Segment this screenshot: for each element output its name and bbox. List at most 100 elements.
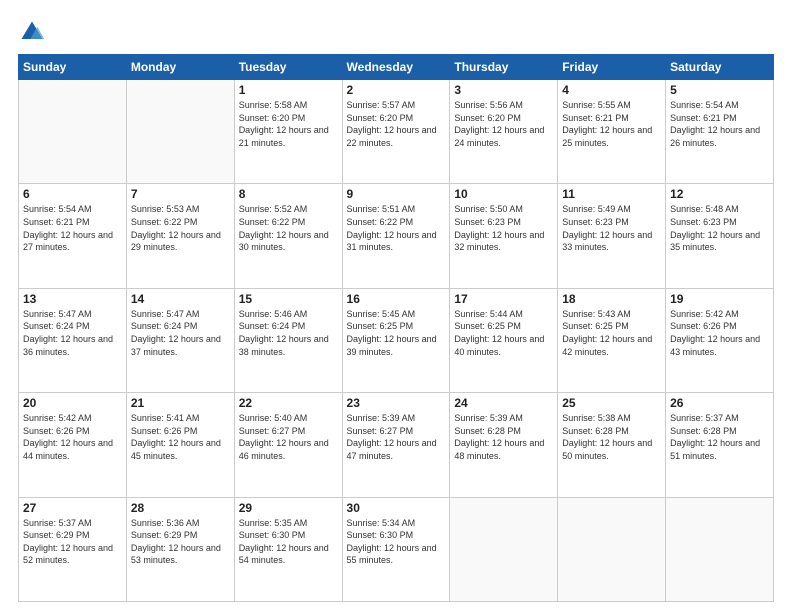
calendar-week: 20 Sunrise: 5:42 AM Sunset: 6:26 PM Dayli… — [19, 393, 774, 497]
day-number: 11 — [562, 187, 661, 201]
calendar-cell: 8 Sunrise: 5:52 AM Sunset: 6:22 PM Daylig… — [234, 184, 342, 288]
weekday-header: Monday — [126, 55, 234, 80]
day-info: Sunrise: 5:37 AM Sunset: 6:28 PM Dayligh… — [670, 412, 769, 462]
calendar-cell: 21 Sunrise: 5:41 AM Sunset: 6:26 PM Dayli… — [126, 393, 234, 497]
day-info: Sunrise: 5:44 AM Sunset: 6:25 PM Dayligh… — [454, 308, 553, 358]
day-number: 7 — [131, 187, 230, 201]
calendar-cell: 16 Sunrise: 5:45 AM Sunset: 6:25 PM Dayli… — [342, 288, 450, 392]
day-number: 28 — [131, 501, 230, 515]
calendar-week: 6 Sunrise: 5:54 AM Sunset: 6:21 PM Daylig… — [19, 184, 774, 288]
calendar-cell: 1 Sunrise: 5:58 AM Sunset: 6:20 PM Daylig… — [234, 80, 342, 184]
day-number: 27 — [23, 501, 122, 515]
calendar-cell: 12 Sunrise: 5:48 AM Sunset: 6:23 PM Dayli… — [666, 184, 774, 288]
day-number: 23 — [347, 396, 446, 410]
calendar: SundayMondayTuesdayWednesdayThursdayFrid… — [18, 54, 774, 602]
weekday-header: Saturday — [666, 55, 774, 80]
day-info: Sunrise: 5:56 AM Sunset: 6:20 PM Dayligh… — [454, 99, 553, 149]
day-number: 8 — [239, 187, 338, 201]
calendar-cell — [19, 80, 127, 184]
calendar-cell: 17 Sunrise: 5:44 AM Sunset: 6:25 PM Dayli… — [450, 288, 558, 392]
day-info: Sunrise: 5:52 AM Sunset: 6:22 PM Dayligh… — [239, 203, 338, 253]
day-number: 26 — [670, 396, 769, 410]
day-info: Sunrise: 5:47 AM Sunset: 6:24 PM Dayligh… — [131, 308, 230, 358]
calendar-cell: 20 Sunrise: 5:42 AM Sunset: 6:26 PM Dayli… — [19, 393, 127, 497]
day-info: Sunrise: 5:53 AM Sunset: 6:22 PM Dayligh… — [131, 203, 230, 253]
calendar-cell: 13 Sunrise: 5:47 AM Sunset: 6:24 PM Dayli… — [19, 288, 127, 392]
calendar-cell: 3Sunrise: 5:56 AM Sunset: 6:20 PM Daylig… — [450, 80, 558, 184]
day-info: Sunrise: 5:54 AM Sunset: 6:21 PM Dayligh… — [670, 99, 769, 149]
day-info: Sunrise: 5:40 AM Sunset: 6:27 PM Dayligh… — [239, 412, 338, 462]
day-number: 16 — [347, 292, 446, 306]
calendar-week: 13 Sunrise: 5:47 AM Sunset: 6:24 PM Dayli… — [19, 288, 774, 392]
calendar-cell: 22 Sunrise: 5:40 AM Sunset: 6:27 PM Dayli… — [234, 393, 342, 497]
weekday-header: Thursday — [450, 55, 558, 80]
calendar-cell: 14 Sunrise: 5:47 AM Sunset: 6:24 PM Dayli… — [126, 288, 234, 392]
calendar-cell: 19 Sunrise: 5:42 AM Sunset: 6:26 PM Dayli… — [666, 288, 774, 392]
day-number: 19 — [670, 292, 769, 306]
day-info: Sunrise: 5:51 AM Sunset: 6:22 PM Dayligh… — [347, 203, 446, 253]
day-info: Sunrise: 5:48 AM Sunset: 6:23 PM Dayligh… — [670, 203, 769, 253]
day-number: 21 — [131, 396, 230, 410]
day-info: Sunrise: 5:42 AM Sunset: 6:26 PM Dayligh… — [670, 308, 769, 358]
day-number: 6 — [23, 187, 122, 201]
day-number: 4 — [562, 83, 661, 97]
day-info: Sunrise: 5:35 AM Sunset: 6:30 PM Dayligh… — [239, 517, 338, 567]
calendar-week: 27 Sunrise: 5:37 AM Sunset: 6:29 PM Dayli… — [19, 497, 774, 601]
calendar-cell: 29Sunrise: 5:35 AM Sunset: 6:30 PM Dayli… — [234, 497, 342, 601]
logo — [18, 18, 50, 46]
day-number: 5 — [670, 83, 769, 97]
calendar-cell: 26 Sunrise: 5:37 AM Sunset: 6:28 PM Dayli… — [666, 393, 774, 497]
day-number: 14 — [131, 292, 230, 306]
day-info: Sunrise: 5:58 AM Sunset: 6:20 PM Dayligh… — [239, 99, 338, 149]
day-info: Sunrise: 5:46 AM Sunset: 6:24 PM Dayligh… — [239, 308, 338, 358]
day-info: Sunrise: 5:45 AM Sunset: 6:25 PM Dayligh… — [347, 308, 446, 358]
page: SundayMondayTuesdayWednesdayThursdayFrid… — [0, 0, 792, 612]
calendar-cell: 6 Sunrise: 5:54 AM Sunset: 6:21 PM Daylig… — [19, 184, 127, 288]
day-info: Sunrise: 5:37 AM Sunset: 6:29 PM Dayligh… — [23, 517, 122, 567]
calendar-cell: 18Sunrise: 5:43 AM Sunset: 6:25 PM Dayli… — [558, 288, 666, 392]
calendar-cell — [126, 80, 234, 184]
day-number: 17 — [454, 292, 553, 306]
day-info: Sunrise: 5:57 AM Sunset: 6:20 PM Dayligh… — [347, 99, 446, 149]
logo-icon — [18, 18, 46, 46]
calendar-cell: 15 Sunrise: 5:46 AM Sunset: 6:24 PM Dayli… — [234, 288, 342, 392]
day-number: 9 — [347, 187, 446, 201]
day-info: Sunrise: 5:49 AM Sunset: 6:23 PM Dayligh… — [562, 203, 661, 253]
day-info: Sunrise: 5:41 AM Sunset: 6:26 PM Dayligh… — [131, 412, 230, 462]
day-info: Sunrise: 5:50 AM Sunset: 6:23 PM Dayligh… — [454, 203, 553, 253]
calendar-cell: 30Sunrise: 5:34 AM Sunset: 6:30 PM Dayli… — [342, 497, 450, 601]
day-number: 12 — [670, 187, 769, 201]
calendar-cell: 5 Sunrise: 5:54 AM Sunset: 6:21 PM Daylig… — [666, 80, 774, 184]
calendar-cell: 24Sunrise: 5:39 AM Sunset: 6:28 PM Dayli… — [450, 393, 558, 497]
calendar-cell: 10Sunrise: 5:50 AM Sunset: 6:23 PM Dayli… — [450, 184, 558, 288]
calendar-body: 1 Sunrise: 5:58 AM Sunset: 6:20 PM Daylig… — [19, 80, 774, 602]
weekday-header: Sunday — [19, 55, 127, 80]
day-info: Sunrise: 5:39 AM Sunset: 6:27 PM Dayligh… — [347, 412, 446, 462]
calendar-cell: 9 Sunrise: 5:51 AM Sunset: 6:22 PM Daylig… — [342, 184, 450, 288]
calendar-cell — [450, 497, 558, 601]
calendar-cell: 28 Sunrise: 5:36 AM Sunset: 6:29 PM Dayli… — [126, 497, 234, 601]
day-number: 2 — [347, 83, 446, 97]
day-number: 20 — [23, 396, 122, 410]
day-info: Sunrise: 5:38 AM Sunset: 6:28 PM Dayligh… — [562, 412, 661, 462]
calendar-cell: 11 Sunrise: 5:49 AM Sunset: 6:23 PM Dayli… — [558, 184, 666, 288]
day-number: 22 — [239, 396, 338, 410]
calendar-cell: 4 Sunrise: 5:55 AM Sunset: 6:21 PM Daylig… — [558, 80, 666, 184]
day-info: Sunrise: 5:54 AM Sunset: 6:21 PM Dayligh… — [23, 203, 122, 253]
calendar-cell: 27 Sunrise: 5:37 AM Sunset: 6:29 PM Dayli… — [19, 497, 127, 601]
calendar-cell: 2 Sunrise: 5:57 AM Sunset: 6:20 PM Daylig… — [342, 80, 450, 184]
day-number: 1 — [239, 83, 338, 97]
weekday-header: Wednesday — [342, 55, 450, 80]
day-number: 15 — [239, 292, 338, 306]
day-info: Sunrise: 5:55 AM Sunset: 6:21 PM Dayligh… — [562, 99, 661, 149]
day-number: 13 — [23, 292, 122, 306]
calendar-cell — [558, 497, 666, 601]
day-info: Sunrise: 5:42 AM Sunset: 6:26 PM Dayligh… — [23, 412, 122, 462]
day-info: Sunrise: 5:47 AM Sunset: 6:24 PM Dayligh… — [23, 308, 122, 358]
calendar-cell: 7 Sunrise: 5:53 AM Sunset: 6:22 PM Daylig… — [126, 184, 234, 288]
day-info: Sunrise: 5:36 AM Sunset: 6:29 PM Dayligh… — [131, 517, 230, 567]
day-info: Sunrise: 5:43 AM Sunset: 6:25 PM Dayligh… — [562, 308, 661, 358]
day-info: Sunrise: 5:39 AM Sunset: 6:28 PM Dayligh… — [454, 412, 553, 462]
calendar-week: 1 Sunrise: 5:58 AM Sunset: 6:20 PM Daylig… — [19, 80, 774, 184]
day-info: Sunrise: 5:34 AM Sunset: 6:30 PM Dayligh… — [347, 517, 446, 567]
